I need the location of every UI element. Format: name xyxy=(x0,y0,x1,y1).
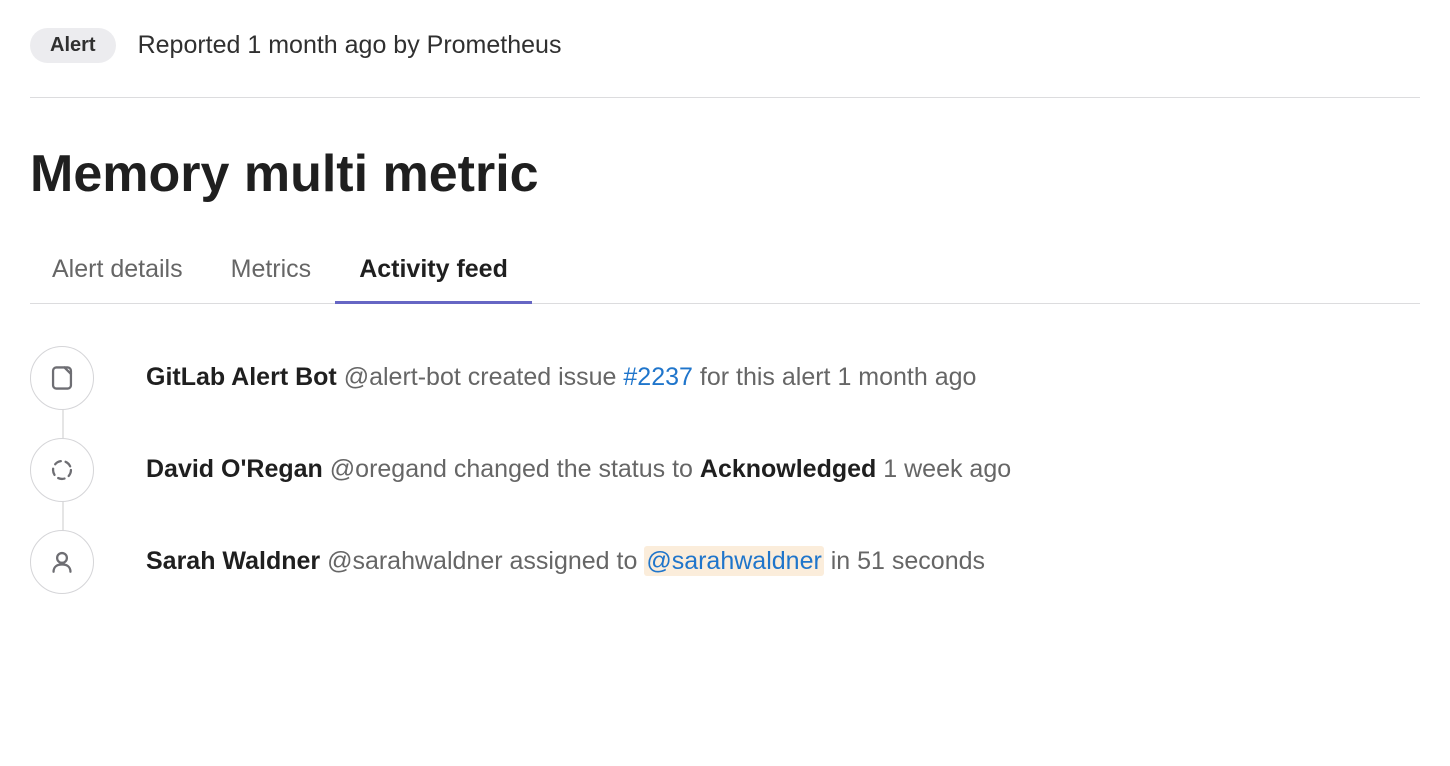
status-icon xyxy=(30,438,94,502)
feed-event: GitLab Alert Bot @alert-bot created issu… xyxy=(30,346,1420,410)
event-pre: assigned to xyxy=(510,547,638,575)
feed-event: Sarah Waldner @sarahwaldner assigned to … xyxy=(30,530,1420,594)
feed-event-text: Sarah Waldner @sarahwaldner assigned to … xyxy=(146,543,985,581)
reported-text: Reported 1 month ago by Prometheus xyxy=(138,31,562,60)
event-post: in 51 seconds xyxy=(831,547,985,575)
tab-alert-details[interactable]: Alert details xyxy=(30,255,207,304)
tabs: Alert details Metrics Activity feed xyxy=(30,255,1420,304)
event-handle: @sarahwaldner xyxy=(327,547,502,575)
event-pre: created issue xyxy=(468,363,617,391)
divider xyxy=(30,97,1420,98)
event-post: for this alert 1 month ago xyxy=(700,363,977,391)
event-handle: @alert-bot xyxy=(344,363,461,391)
event-actor: David O'Regan xyxy=(146,455,323,483)
tab-activity-feed[interactable]: Activity feed xyxy=(335,255,532,304)
tab-metrics[interactable]: Metrics xyxy=(207,255,336,304)
user-mention[interactable]: @sarahwaldner xyxy=(644,546,823,576)
user-icon xyxy=(30,530,94,594)
event-pre: changed the status to xyxy=(454,455,693,483)
feed-event: David O'Regan @oregand changed the statu… xyxy=(30,438,1420,502)
event-actor: Sarah Waldner xyxy=(146,547,320,575)
page-title: Memory multi metric xyxy=(30,146,1420,203)
alert-meta-row: Alert Reported 1 month ago by Prometheus xyxy=(0,0,1450,97)
event-status: Acknowledged xyxy=(700,455,876,483)
event-actor: GitLab Alert Bot xyxy=(146,363,337,391)
issue-icon xyxy=(30,346,94,410)
issue-link[interactable]: #2237 xyxy=(623,363,693,391)
event-handle: @oregand xyxy=(330,455,447,483)
feed-event-text: GitLab Alert Bot @alert-bot created issu… xyxy=(146,359,976,397)
event-post: 1 week ago xyxy=(883,455,1011,483)
alert-badge: Alert xyxy=(30,28,116,63)
feed-event-text: David O'Regan @oregand changed the statu… xyxy=(146,451,1011,489)
activity-feed: GitLab Alert Bot @alert-bot created issu… xyxy=(30,346,1420,594)
